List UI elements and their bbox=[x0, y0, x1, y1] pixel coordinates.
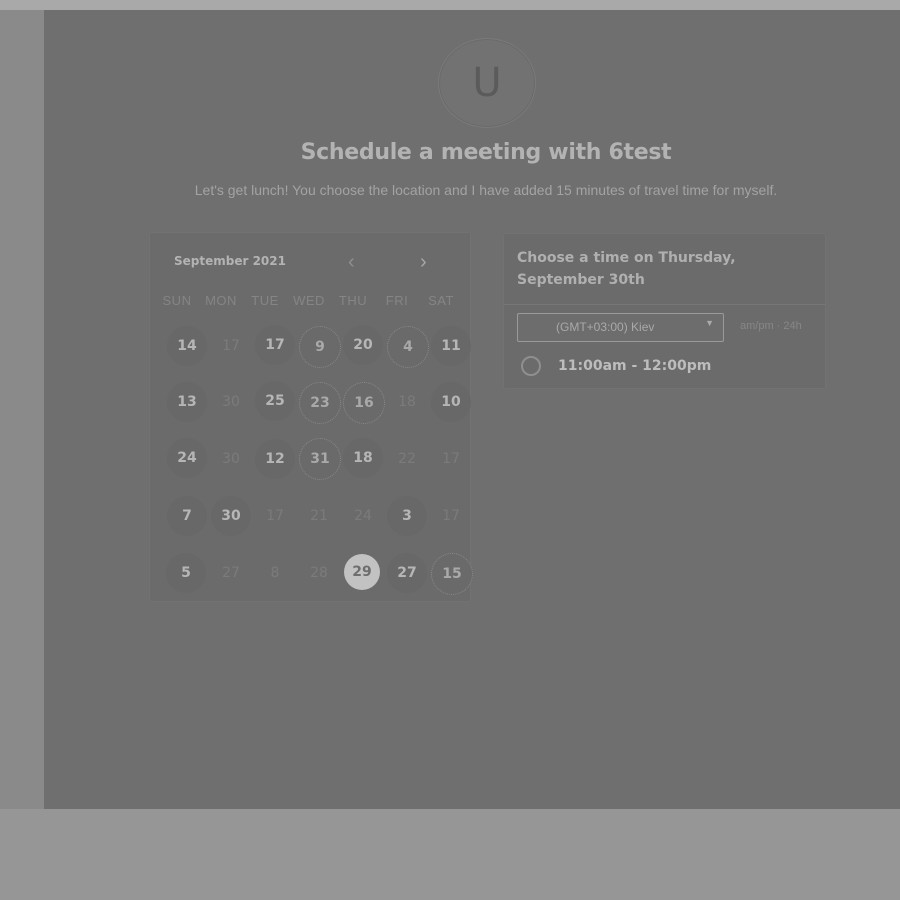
time-selection-panel: Choose a time on Thursday, September 30t… bbox=[503, 233, 826, 389]
calendar-day[interactable]: 5 bbox=[166, 553, 206, 593]
weekday-sat: SAT bbox=[428, 293, 454, 308]
time-slot-label[interactable]: 11:00am - 12:00pm bbox=[558, 358, 711, 374]
calendar-day[interactable]: 14 bbox=[167, 326, 207, 366]
calendar-day[interactable]: 30 bbox=[211, 496, 251, 536]
calendar-day[interactable]: 4 bbox=[387, 326, 429, 368]
timezone-value: (GMT+03:00) Kiev bbox=[556, 320, 655, 334]
weekday-fri: FRI bbox=[385, 293, 409, 308]
calendar-day[interactable]: 18 bbox=[343, 438, 383, 478]
weekday-mon: MON bbox=[205, 293, 237, 308]
calendar-day: 8 bbox=[270, 565, 280, 581]
calendar-day[interactable]: 7 bbox=[167, 496, 207, 536]
calendar-day: 21 bbox=[310, 508, 328, 524]
calendar-day: 30 bbox=[222, 451, 240, 467]
weekday-thu: THU bbox=[338, 293, 368, 308]
calendar-day[interactable]: 13 bbox=[167, 382, 207, 422]
calendar-day: 30 bbox=[222, 394, 240, 410]
weekday-tue: TUE bbox=[251, 293, 279, 308]
calendar-day: 17 bbox=[442, 508, 460, 524]
calendar-day-selected[interactable]: 29 bbox=[344, 554, 380, 590]
calendar: September 2021 ‹ › SUN MON TUE WED THU F… bbox=[149, 232, 473, 602]
chevron-left-icon[interactable]: ‹ bbox=[348, 251, 355, 274]
chevron-right-icon[interactable]: › bbox=[420, 251, 427, 274]
timezone-select[interactable]: (GMT+03:00) Kiev ▼ bbox=[517, 313, 724, 342]
chevron-down-icon: ▼ bbox=[705, 318, 714, 328]
calendar-day[interactable]: 11 bbox=[431, 326, 471, 366]
calendar-day[interactable]: 10 bbox=[431, 382, 471, 422]
calendar-month-label: September 2021 bbox=[174, 254, 286, 268]
page-subtitle: Let's get lunch! You choose the location… bbox=[194, 182, 778, 198]
calendar-day[interactable]: 17 bbox=[255, 325, 295, 365]
calendar-day[interactable]: 23 bbox=[299, 382, 341, 424]
avatar-initial: U bbox=[472, 60, 502, 106]
calendar-day[interactable]: 20 bbox=[343, 325, 383, 365]
page-title: Schedule a meeting with 6test bbox=[300, 140, 672, 165]
calendar-day: 22 bbox=[398, 451, 416, 467]
time-panel-divider bbox=[504, 304, 825, 305]
calendar-day: 28 bbox=[310, 565, 328, 581]
top-bar bbox=[0, 0, 900, 10]
calendar-day[interactable]: 24 bbox=[167, 438, 207, 478]
time-slot-radio[interactable] bbox=[521, 356, 541, 376]
calendar-day[interactable]: 9 bbox=[299, 326, 341, 368]
weekday-sun: SUN bbox=[162, 293, 192, 308]
calendar-day[interactable]: 25 bbox=[255, 381, 295, 421]
time-panel-heading: Choose a time on Thursday, September 30t… bbox=[517, 250, 736, 288]
calendar-day[interactable]: 27 bbox=[387, 553, 427, 593]
calendar-day: 17 bbox=[222, 338, 240, 354]
calendar-day[interactable]: 12 bbox=[255, 439, 295, 479]
calendar-day: 27 bbox=[222, 565, 240, 581]
calendar-day[interactable]: 15 bbox=[431, 553, 473, 595]
hour-format-toggle[interactable]: am/pm · 24h bbox=[740, 320, 802, 332]
calendar-day[interactable]: 16 bbox=[343, 382, 385, 424]
calendar-day: 17 bbox=[442, 451, 460, 467]
calendar-day: 17 bbox=[266, 508, 284, 524]
avatar: U bbox=[438, 38, 536, 128]
weekday-wed: WED bbox=[293, 293, 325, 308]
left-gutter bbox=[0, 10, 44, 809]
calendar-day[interactable]: 3 bbox=[387, 496, 427, 536]
calendar-day[interactable]: 31 bbox=[299, 438, 341, 480]
calendar-day: 18 bbox=[398, 394, 416, 410]
calendar-day: 24 bbox=[354, 508, 372, 524]
